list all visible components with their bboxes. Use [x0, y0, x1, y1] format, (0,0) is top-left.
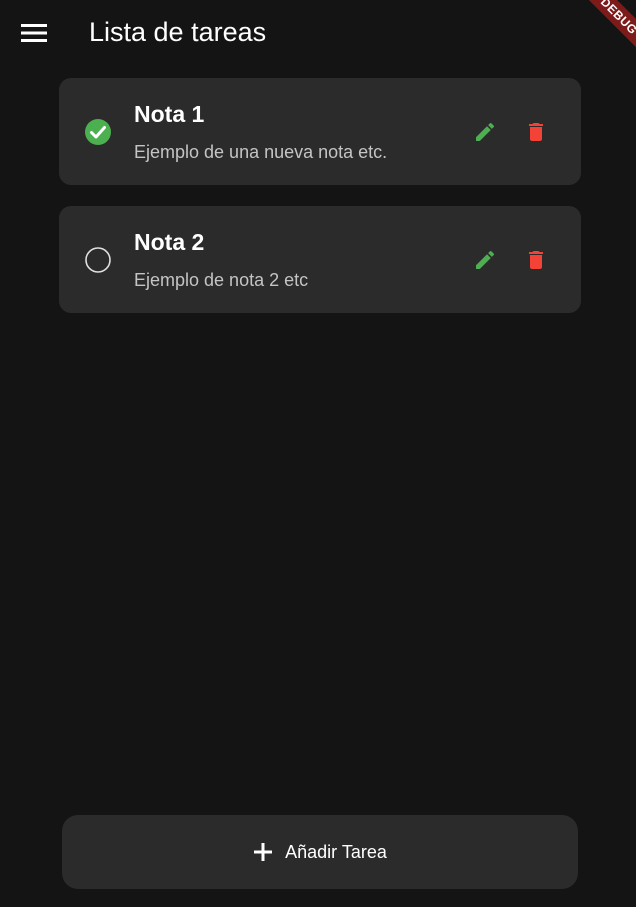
delete-icon — [529, 251, 543, 269]
task-card: Nota 2 Ejemplo de nota 2 etc — [59, 206, 581, 313]
check-circle-icon[interactable] — [85, 119, 111, 145]
task-title: Nota 2 — [134, 229, 205, 255]
delete-task-button[interactable] — [516, 112, 556, 152]
add-task-button[interactable]: Añadir Tarea — [62, 815, 578, 889]
edit-task-button[interactable] — [465, 112, 505, 152]
menu-icon — [21, 24, 47, 42]
circle-outline-icon[interactable] — [85, 247, 111, 273]
add-icon — [254, 843, 273, 861]
task-description: Ejemplo de una nueva nota etc. — [134, 142, 388, 162]
menu-button[interactable] — [14, 13, 54, 53]
edit-icon — [476, 122, 495, 141]
edit-icon — [476, 250, 495, 269]
page-title: Lista de tareas — [89, 17, 267, 47]
task-card: Nota 1 Ejemplo de una nueva nota etc. — [59, 78, 581, 185]
delete-icon — [529, 123, 543, 141]
task-title: Nota 1 — [134, 101, 205, 127]
add-task-label: Añadir Tarea — [285, 841, 387, 862]
app-bar: Lista de tareas — [0, 0, 636, 64]
delete-task-button[interactable] — [516, 240, 556, 280]
task-description: Ejemplo de nota 2 etc — [134, 270, 309, 290]
edit-task-button[interactable] — [465, 240, 505, 280]
